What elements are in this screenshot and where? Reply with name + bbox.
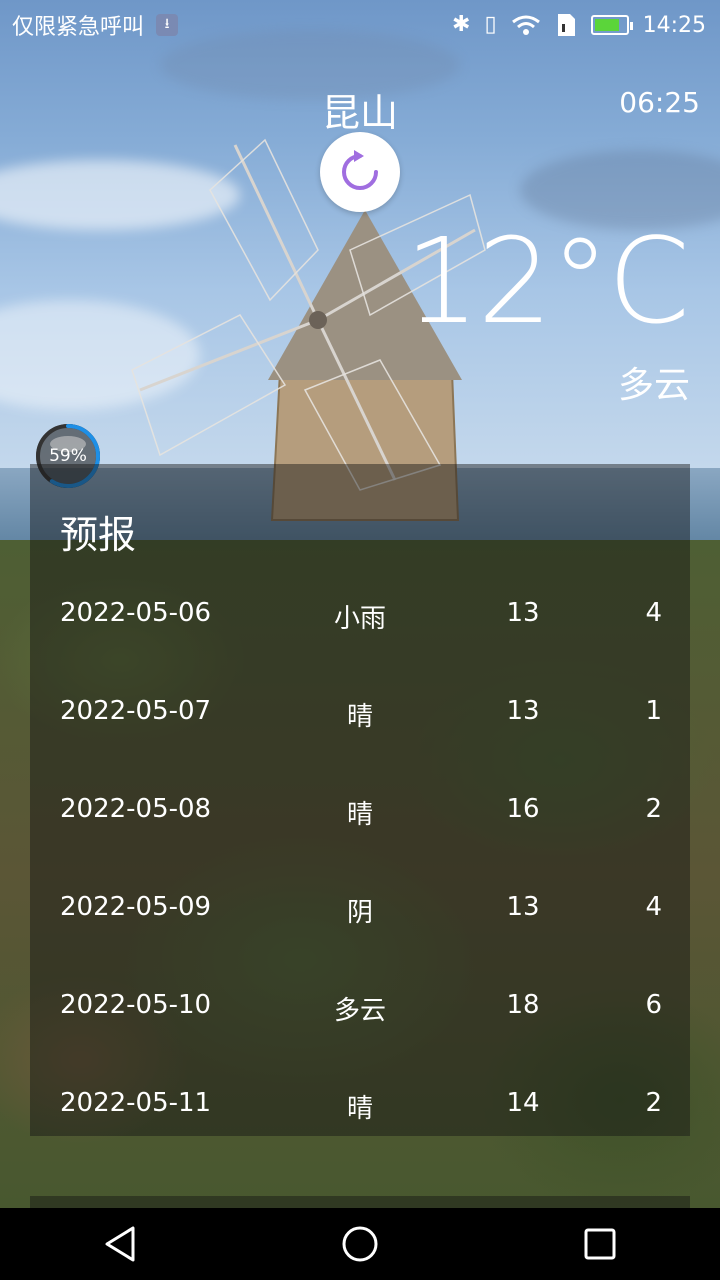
forecast-condition: 多云 <box>333 996 386 1026</box>
forecast-high: 16 <box>506 794 540 824</box>
forecast-condition: 晴 <box>346 1094 373 1124</box>
forecast-date: 2022-05-08 <box>60 794 212 824</box>
battery-charging-icon <box>590 15 633 35</box>
forecast-row: 2022-05-08 晴 16 2 <box>30 760 690 858</box>
forecast-date: 2022-05-10 <box>60 990 212 1020</box>
forecast-high: 13 <box>506 696 540 726</box>
update-time: 06:25 <box>619 86 700 119</box>
back-icon <box>105 1226 135 1262</box>
forecast-low: 6 <box>645 990 662 1020</box>
navigation-bar <box>0 1208 720 1280</box>
forecast-high: 13 <box>506 598 540 628</box>
home-icon <box>342 1226 378 1262</box>
forecast-row: 2022-05-09 阴 13 4 <box>30 858 690 956</box>
home-button[interactable] <box>320 1208 400 1280</box>
forecast-row: 2022-05-10 多云 18 6 <box>30 956 690 1054</box>
clock: 14:25 <box>642 12 706 38</box>
sim-icon <box>557 14 575 36</box>
city-name[interactable]: 昆山 <box>0 82 720 137</box>
forecast-date: 2022-05-11 <box>60 1088 212 1118</box>
forecast-low: 1 <box>645 696 662 726</box>
forecast-condition: 晴 <box>346 800 373 830</box>
forecast-date: 2022-05-07 <box>60 696 212 726</box>
current-condition: 多云 <box>617 365 690 406</box>
forecast-low: 4 <box>645 598 662 628</box>
bluetooth-icon: ✱ <box>452 12 471 37</box>
forecast-high: 18 <box>506 990 540 1020</box>
forecast-row: 2022-05-07 晴 13 1 <box>30 662 690 760</box>
refresh-button[interactable] <box>320 132 400 212</box>
forecast-date: 2022-05-09 <box>60 892 212 922</box>
usb-icon: ⭳ <box>156 14 179 36</box>
forecast-low: 2 <box>645 1088 662 1118</box>
forecast-high: 14 <box>506 1088 540 1118</box>
wifi-icon <box>511 15 540 35</box>
forecast-row: 2022-05-06 小雨 13 4 <box>30 564 690 662</box>
status-bar: 仅限紧急呼叫 ⭳ ✱ ▯ 14:25 <box>0 0 720 50</box>
current-temperature: 12°C <box>404 212 690 350</box>
forecast-low: 4 <box>645 892 662 922</box>
forecast-row: 2022-05-11 晴 14 2 <box>30 1054 690 1152</box>
back-button[interactable] <box>80 1208 160 1280</box>
forecast-title: 预报 <box>60 513 137 557</box>
recents-button[interactable] <box>560 1208 640 1280</box>
forecast-panel: 预报 2022-05-06 小雨 13 4 2022-05-07 晴 13 1 2022-05-… <box>30 464 690 1136</box>
forecast-low: 2 <box>645 794 662 824</box>
recents-icon <box>584 1228 616 1260</box>
forecast-condition: 阴 <box>346 898 373 928</box>
carrier-text: 仅限紧急呼叫 <box>12 15 145 40</box>
forecast-high: 13 <box>506 892 540 922</box>
refresh-icon <box>342 150 378 190</box>
forecast-condition: 晴 <box>346 702 373 732</box>
vibrate-icon: ▯ <box>484 12 497 37</box>
forecast-condition: 小雨 <box>333 604 386 634</box>
forecast-date: 2022-05-06 <box>60 598 212 628</box>
secondary-panel <box>30 1196 690 1208</box>
